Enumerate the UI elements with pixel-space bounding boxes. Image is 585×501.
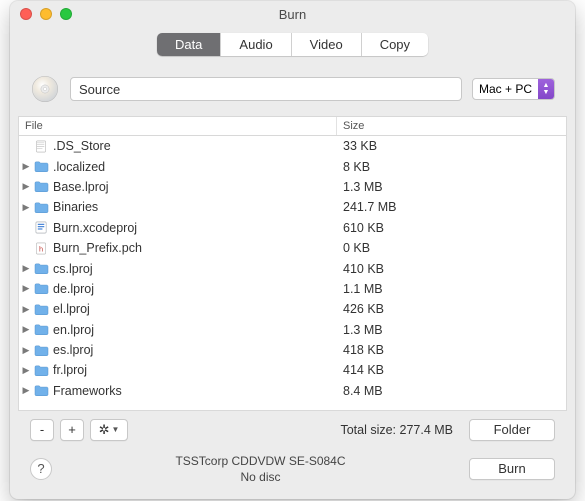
help-button[interactable]: ? [30, 458, 52, 480]
file-name: cs.lproj [53, 262, 93, 276]
file-name: Frameworks [53, 384, 122, 398]
file-name: fr.lproj [53, 363, 87, 377]
table-row[interactable]: ▶Burn.xcodeproj610 KB [19, 218, 566, 238]
file-name: Burn.xcodeproj [53, 221, 137, 235]
tab-audio[interactable]: Audio [221, 33, 291, 56]
file-size: 33 KB [337, 139, 566, 153]
file-size: 426 KB [337, 302, 566, 316]
folder-icon [33, 301, 49, 317]
folder-icon [33, 322, 49, 338]
file-size: 0 KB [337, 241, 566, 255]
table-row[interactable]: ▶.DS_Store33 KB [19, 136, 566, 156]
tab-copy[interactable]: Copy [362, 33, 428, 56]
add-button[interactable]: + [60, 419, 84, 441]
table-row[interactable]: ▶ Base.lproj 1.3 MB [19, 177, 566, 197]
titlebar: Burn [10, 1, 575, 27]
close-icon[interactable] [20, 8, 32, 20]
total-size-label: Total size: 277.4 MB [340, 423, 453, 437]
file-size: 410 KB [337, 262, 566, 276]
file-size: 414 KB [337, 363, 566, 377]
column-size[interactable]: Size [337, 117, 566, 135]
format-select-label: Mac + PC [479, 82, 538, 96]
table-row[interactable]: ▶ el.lproj 426 KB [19, 299, 566, 319]
folder-icon [33, 362, 49, 378]
table-row[interactable]: ▶hBurn_Prefix.pch0 KB [19, 238, 566, 258]
disclosure-triangle-icon[interactable]: ▶ [19, 385, 33, 396]
device-name: TSSTcorp CDDVDW SE-S084C [64, 453, 457, 469]
mode-tabs: DataAudioVideoCopy [10, 27, 575, 66]
disclosure-triangle-icon[interactable]: ▶ [19, 283, 33, 294]
device-disc-status: No disc [64, 469, 457, 485]
tab-data[interactable]: Data [157, 33, 221, 56]
svg-text:h: h [38, 244, 42, 253]
file-name: .DS_Store [53, 139, 111, 153]
table-row[interactable]: ▶ cs.lproj 410 KB [19, 258, 566, 278]
table-row[interactable]: ▶ de.lproj 1.1 MB [19, 279, 566, 299]
table-row[interactable]: ▶ es.lproj 418 KB [19, 340, 566, 360]
file-size: 610 KB [337, 221, 566, 235]
file-name: Binaries [53, 200, 98, 214]
disclosure-triangle-icon[interactable]: ▶ [19, 324, 33, 335]
file-size: 1.1 MB [337, 282, 566, 296]
file-name: de.lproj [53, 282, 94, 296]
folder-icon [33, 383, 49, 399]
table-header: File Size [19, 116, 566, 136]
burn-button[interactable]: Burn [469, 458, 555, 480]
tab-video[interactable]: Video [292, 33, 362, 56]
burn-window: Burn DataAudioVideoCopy Mac + PC [10, 1, 575, 499]
file-name: Burn_Prefix.pch [53, 241, 142, 255]
column-file[interactable]: File [19, 117, 337, 135]
folder-button[interactable]: Folder [469, 419, 555, 441]
table-row[interactable]: ▶ .localized 8 KB [19, 156, 566, 176]
chevron-down-icon: ▼ [111, 426, 119, 434]
file-name: Base.lproj [53, 180, 109, 194]
disclosure-triangle-icon[interactable]: ▶ [19, 263, 33, 274]
source-input[interactable] [70, 77, 462, 101]
disclosure-triangle-icon[interactable]: ▶ [19, 365, 33, 376]
proj-icon [33, 220, 49, 236]
minimize-icon[interactable] [40, 8, 52, 20]
table-row[interactable]: ▶ Binaries 241.7 MB [19, 197, 566, 217]
disclosure-triangle-icon[interactable]: ▶ [19, 202, 33, 213]
disclosure-triangle-icon[interactable]: ▶ [19, 304, 33, 315]
file-icon [33, 138, 49, 154]
disclosure-triangle-icon[interactable]: ▶ [19, 345, 33, 356]
folder-icon [33, 179, 49, 195]
window-controls [20, 8, 72, 20]
source-row: Mac + PC ▲▼ [10, 66, 575, 116]
file-size: 8 KB [337, 160, 566, 174]
disc-icon [30, 74, 60, 104]
table-row[interactable]: ▶ fr.lproj 414 KB [19, 360, 566, 380]
folder-icon [33, 261, 49, 277]
hfile-icon: h [33, 240, 49, 256]
device-status: TSSTcorp CDDVDW SE-S084C No disc [64, 453, 457, 485]
status-bar: ? TSSTcorp CDDVDW SE-S084C No disc Burn [10, 447, 575, 499]
file-name: en.lproj [53, 323, 94, 337]
remove-button[interactable]: - [30, 419, 54, 441]
window-title: Burn [10, 7, 575, 22]
format-select[interactable]: Mac + PC ▲▼ [472, 78, 555, 100]
file-name: el.lproj [53, 302, 90, 316]
folder-icon [33, 281, 49, 297]
file-table: File Size ▶ .DS_Store 33 KB ▶ .localized 8 KB… [18, 116, 567, 411]
table-row[interactable]: ▶ en.lproj 1.3 MB [19, 320, 566, 340]
disclosure-triangle-icon[interactable]: ▶ [19, 161, 33, 172]
toolbar: - + ✲ ▼ Total size: 277.4 MB Folder [10, 411, 575, 447]
zoom-icon[interactable] [60, 8, 72, 20]
file-size: 1.3 MB [337, 180, 566, 194]
disclosure-triangle-icon[interactable]: ▶ [19, 181, 33, 192]
file-name: es.lproj [53, 343, 93, 357]
file-name: .localized [53, 160, 105, 174]
folder-icon [33, 159, 49, 175]
file-size: 418 KB [337, 343, 566, 357]
file-size: 1.3 MB [337, 323, 566, 337]
folder-icon [33, 342, 49, 358]
file-size: 241.7 MB [337, 200, 566, 214]
stepper-icon: ▲▼ [538, 78, 554, 100]
gear-icon: ✲ [99, 423, 110, 436]
file-size: 8.4 MB [337, 384, 566, 398]
options-button[interactable]: ✲ ▼ [90, 419, 128, 441]
table-row[interactable]: ▶ Frameworks 8.4 MB [19, 381, 566, 401]
folder-icon [33, 199, 49, 215]
